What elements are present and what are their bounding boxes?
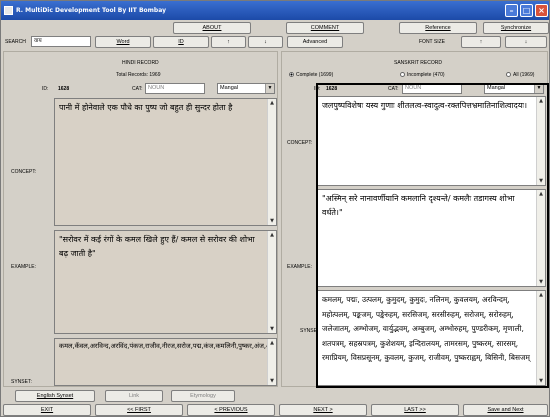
save-and-next-button[interactable]: Save and Next: [463, 404, 548, 416]
scroll-down-icon: ▼: [270, 326, 274, 332]
app-window: R. MultiDic Development Tool By IIT Bomb…: [0, 0, 550, 417]
hindi-example-box[interactable]: "सरोवर में कई रंगों के कमल खिले हुए हैं/…: [54, 230, 277, 334]
hindi-synset-label: SYNSET:: [11, 379, 32, 385]
hindi-cat-label: CAT:: [132, 86, 143, 92]
hindi-example-label: EXAMPLE:: [11, 264, 37, 270]
incomplete-radio[interactable]: Incomplete (470): [400, 72, 445, 78]
sanskrit-concept-label: CONCEPT:: [287, 140, 313, 146]
selection-highlight-frame: [316, 83, 549, 388]
search-id-button[interactable]: ID: [153, 36, 209, 48]
reference-button[interactable]: Reference: [399, 22, 477, 34]
hindi-font-value: Mangal: [220, 85, 239, 91]
scrollbar[interactable]: ▲ ▼: [267, 231, 276, 333]
etymology-button[interactable]: Etymology: [171, 390, 235, 402]
chevron-down-icon: ▼: [265, 84, 274, 93]
all-radio[interactable]: All (1969): [506, 72, 534, 78]
window-title: R. MultiDic Development Tool By IIT Bomb…: [16, 7, 166, 14]
search-label: SEARCH: [5, 39, 26, 45]
search-prev-button[interactable]: ↑: [211, 36, 246, 48]
scroll-down-icon: ▼: [270, 378, 274, 384]
hindi-cat-field[interactable]: NOUN: [145, 83, 205, 94]
english-synset-button[interactable]: English Synset: [15, 390, 95, 402]
first-button[interactable]: << FIRST: [95, 404, 183, 416]
title-bar: R. MultiDic Development Tool By IIT Bomb…: [1, 1, 549, 20]
hindi-header: HINDI RECORD: [122, 60, 159, 66]
radio-unchecked-icon: [506, 72, 511, 78]
radio-unchecked-icon: [400, 72, 405, 78]
hindi-example-text: "सरोवर में कई रंगों के कमल खिले हुए हैं/…: [59, 235, 255, 258]
hindi-panel: HINDI RECORD Total Records: 1969 ID: 162…: [3, 51, 278, 387]
hindi-concept-box[interactable]: पानी में होनेवाले एक पौधे का पुष्प जो बह…: [54, 98, 277, 226]
maximize-icon[interactable]: □: [520, 4, 533, 17]
next-button[interactable]: NEXT >: [279, 404, 367, 416]
font-increase-button[interactable]: ↑: [461, 36, 501, 48]
scroll-up-icon: ▲: [270, 100, 274, 106]
synchronize-button[interactable]: Synchronize: [483, 22, 549, 34]
exit-button[interactable]: EXIT: [3, 404, 91, 416]
hindi-id-label: ID:: [42, 86, 49, 92]
hindi-total-records: Total Records: 1969: [116, 72, 161, 78]
advanced-search-button[interactable]: Advanced: [287, 36, 343, 48]
search-input[interactable]: वाय: [31, 36, 91, 47]
scroll-up-icon: ▲: [270, 340, 274, 346]
incomplete-radio-label: Incomplete (470): [407, 72, 445, 78]
sanskrit-header: SANSKRIT RECORD: [394, 60, 442, 66]
app-icon: [4, 6, 13, 15]
comment-button[interactable]: COMMENT: [286, 22, 364, 34]
about-button[interactable]: ABOUT: [173, 22, 251, 34]
hindi-id-value: 1628: [58, 86, 70, 92]
font-size-label: FONT SIZE: [419, 39, 446, 45]
complete-radio[interactable]: Complete (1699): [289, 72, 333, 78]
hindi-synset-text: कमल,कँवल,अरविन्द,अरविंद,पंकज,राजीव,नीरज,…: [59, 342, 276, 350]
complete-radio-label: Complete (1699): [296, 72, 334, 78]
hindi-synset-box[interactable]: कमल,कँवल,अरविन्द,अरविंद,पंकज,राजीव,नीरज,…: [54, 338, 277, 386]
search-next-button[interactable]: ↓: [248, 36, 283, 48]
close-icon[interactable]: ×: [535, 4, 548, 17]
previous-button[interactable]: < PREVIOUS: [187, 404, 275, 416]
search-word-button[interactable]: Word: [95, 36, 151, 48]
scrollbar[interactable]: ▲ ▼: [267, 99, 276, 225]
scrollbar[interactable]: ▲ ▼: [267, 339, 276, 385]
minimize-icon[interactable]: –: [505, 4, 518, 17]
hindi-concept-text: पानी में होनेवाले एक पौधे का पुष्प जो बह…: [59, 103, 233, 112]
hindi-concept-label: CONCEPT:: [11, 169, 37, 175]
all-radio-label: All (1969): [513, 72, 535, 78]
link-button[interactable]: Link: [105, 390, 163, 402]
scroll-down-icon: ▼: [270, 218, 274, 224]
radio-checked-icon: [289, 72, 294, 78]
hindi-font-select[interactable]: Mangal ▼: [217, 83, 275, 94]
font-decrease-button[interactable]: ↓: [505, 36, 547, 48]
scroll-up-icon: ▲: [270, 232, 274, 238]
last-button[interactable]: LAST >>: [371, 404, 459, 416]
sanskrit-example-label: EXAMPLE:: [287, 264, 313, 270]
